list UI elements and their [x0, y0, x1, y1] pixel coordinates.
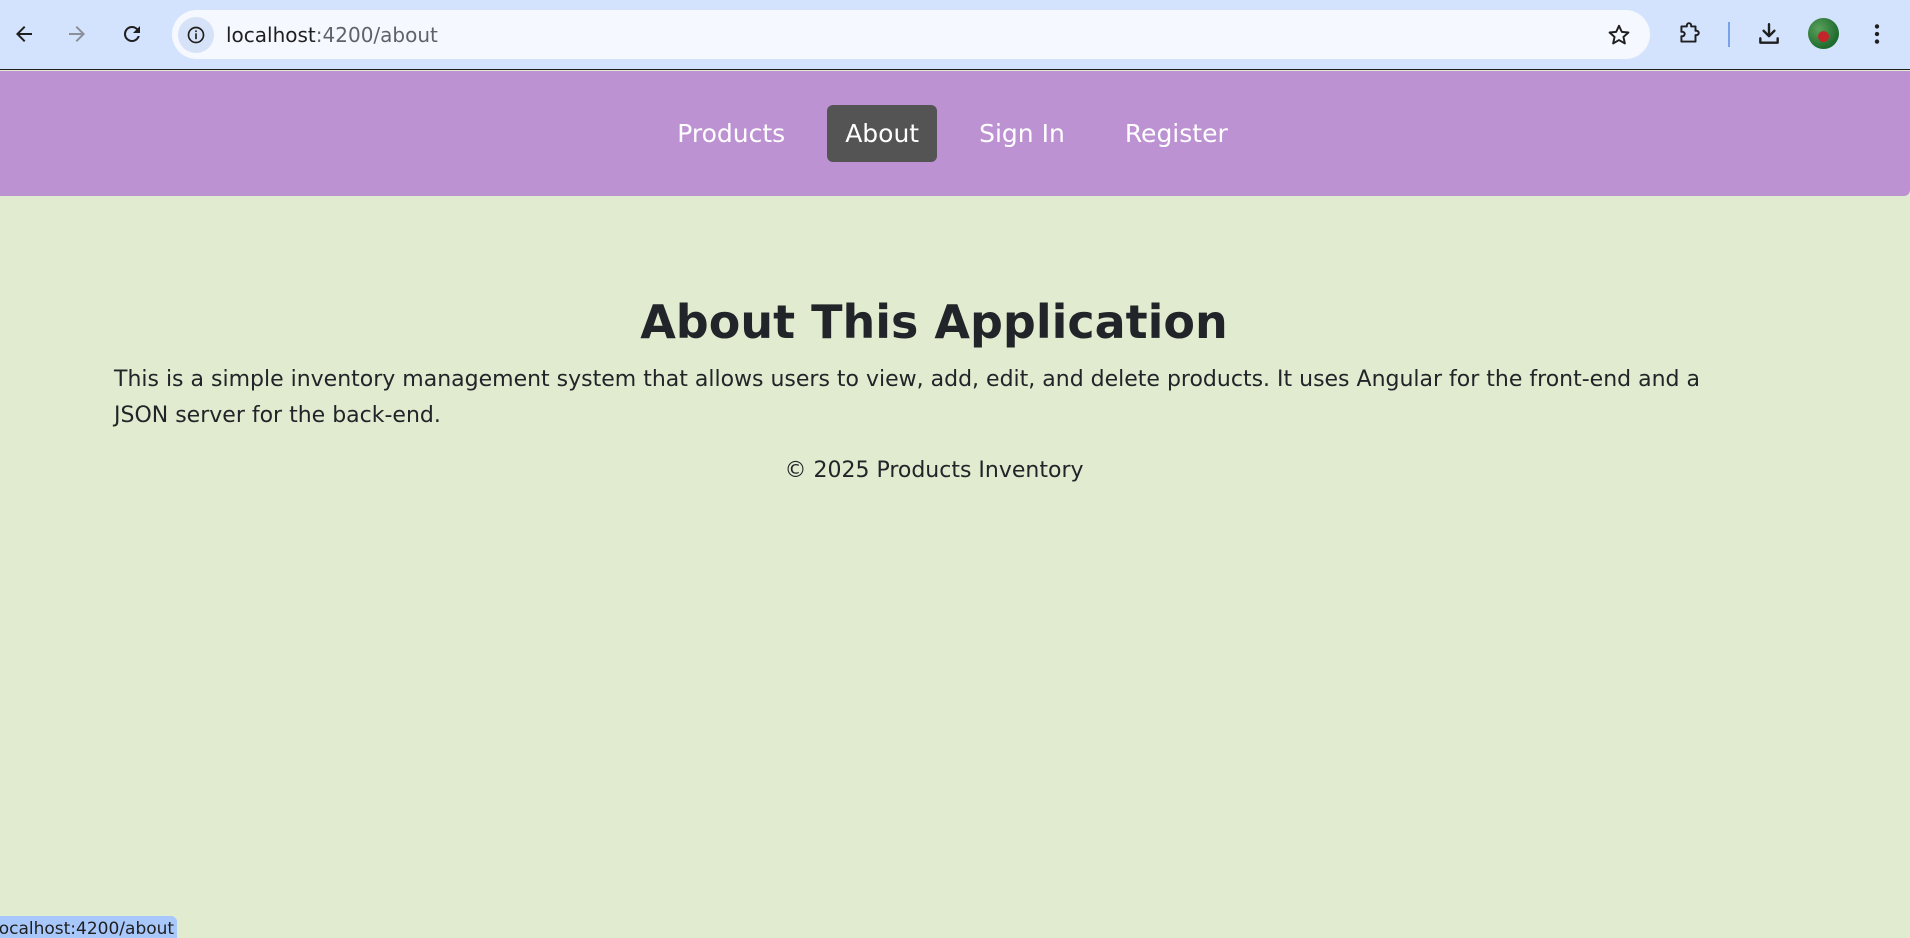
bookmark-star-icon[interactable]	[1606, 22, 1632, 48]
profile-avatar[interactable]	[1808, 18, 1839, 49]
more-menu-button[interactable]	[1860, 17, 1894, 51]
url-text[interactable]: localhost:4200/about	[226, 23, 438, 47]
link-status-bar: localhost:4200/about	[0, 916, 177, 938]
status-url: localhost:4200/about	[0, 919, 175, 938]
toolbar-divider	[1728, 22, 1730, 47]
back-button[interactable]	[6, 16, 42, 52]
url-path: :4200/about	[315, 23, 438, 47]
download-icon	[1759, 23, 1779, 44]
copyright-footer: © 2025 Products Inventory	[784, 458, 1084, 483]
browser-toolbar: localhost:4200/about	[0, 0, 1910, 70]
app-navbar: Products About Sign In Register	[0, 71, 1910, 196]
reload-icon	[123, 25, 140, 42]
extensions-icon	[1680, 22, 1700, 43]
site-info-icon	[187, 26, 205, 44]
nav-links: Products About Sign In Register	[0, 71, 1910, 196]
address-bar[interactable]: localhost:4200/about	[172, 10, 1650, 59]
forward-button[interactable]	[59, 16, 95, 52]
extensions-button[interactable]	[1672, 17, 1706, 51]
page-title: About This Application	[640, 295, 1228, 349]
main-content: About This Application This is a simple …	[114, 196, 1754, 483]
nav-link-register[interactable]: Register	[1107, 105, 1246, 162]
url-host: localhost	[226, 23, 316, 47]
nav-link-products[interactable]: Products	[659, 105, 803, 162]
reload-button[interactable]	[114, 16, 150, 52]
page-description: This is a simple inventory management sy…	[114, 367, 1700, 428]
downloads-button[interactable]	[1752, 17, 1786, 51]
back-icon	[16, 26, 32, 42]
site-info-button[interactable]	[178, 17, 214, 53]
forward-icon	[69, 26, 85, 42]
nav-link-sign-in[interactable]: Sign In	[961, 105, 1083, 162]
more-menu-icon	[1874, 24, 1880, 44]
nav-link-about[interactable]: About	[827, 105, 938, 162]
